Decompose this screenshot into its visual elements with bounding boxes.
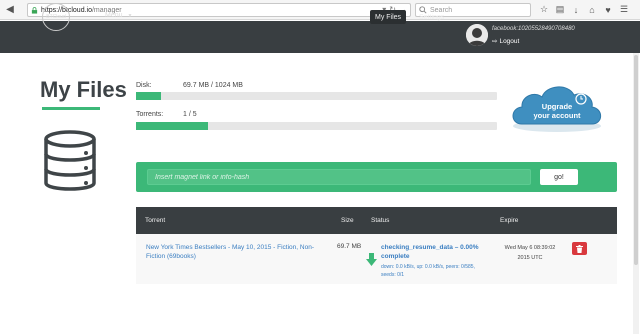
address-bar[interactable]: https://btcloud.io/manager ▾ ↻ → — [27, 3, 411, 17]
menu-dropdown[interactable]: Menu ▼ — [105, 12, 132, 19]
browser-menu-icon[interactable]: ☰ — [618, 3, 630, 16]
torrent-name-link[interactable]: New York Times Bestsellers - May 10, 201… — [146, 243, 332, 261]
user-silhouette-icon — [466, 24, 488, 46]
disk-progress — [136, 92, 497, 100]
upgrade-label[interactable]: Upgrade your account — [520, 102, 594, 120]
page-title: My Files — [40, 77, 127, 102]
tab-my-files[interactable]: My Files — [370, 10, 407, 24]
database-icon — [44, 130, 96, 191]
logout-label: Logout — [499, 37, 520, 45]
download-arrow-icon — [366, 253, 377, 266]
disk-progress-fill — [136, 92, 161, 100]
col-size: Size — [341, 217, 354, 224]
col-torrent: Torrent — [145, 217, 166, 224]
torrent-status: checking_resume_data – 0.00% complete — [381, 244, 479, 260]
btcloud-logo[interactable]: BTCloud — [42, 3, 70, 31]
back-icon[interactable]: ◀ — [3, 3, 17, 17]
torrents-value: 1 / 5 — [183, 111, 197, 118]
disk-value: 69.7 MB / 1024 MB — [183, 82, 243, 89]
tab-settings[interactable]: Settings — [414, 10, 449, 24]
pocket-icon[interactable]: ♥ — [602, 3, 614, 16]
reading-list-icon[interactable]: ▤ — [554, 3, 566, 16]
logout-icon: ⇨ — [492, 38, 498, 45]
torrents-label: Torrents: — [136, 111, 164, 118]
magnet-link-input[interactable] — [147, 169, 531, 185]
lock-icon — [31, 6, 38, 14]
disk-label: Disk: — [136, 82, 152, 89]
menu-label: Menu — [105, 12, 123, 19]
torrent-size: 69.7 MB — [337, 243, 362, 250]
avatar[interactable] — [466, 24, 488, 46]
torrents-progress-fill — [136, 122, 209, 130]
download-icon[interactable]: ↓ — [570, 3, 582, 16]
scrollbar-thumb[interactable] — [634, 55, 638, 265]
torrent-expire: Wed May 6 08:39:02 2015 UTC — [504, 245, 556, 261]
torrents-progress — [136, 122, 497, 130]
delete-button[interactable] — [572, 242, 587, 255]
col-expire: Expire — [500, 217, 519, 224]
user-id: facebook:10205528490708480 — [492, 26, 575, 32]
trash-icon — [576, 244, 583, 253]
col-status: Status — [371, 217, 390, 224]
logout-link[interactable]: ⇨ Logout — [492, 37, 520, 46]
bookmark-star-icon[interactable]: ☆ — [538, 3, 550, 16]
caret-down-icon: ▼ — [127, 12, 133, 19]
home-icon[interactable]: ⌂ — [586, 3, 598, 16]
go-button[interactable]: go! — [540, 169, 578, 185]
title-underline — [42, 107, 100, 110]
torrent-transfer-detail: down: 0.0 kB/s, up: 0.0 kB/s, peers: 0/5… — [381, 264, 475, 278]
